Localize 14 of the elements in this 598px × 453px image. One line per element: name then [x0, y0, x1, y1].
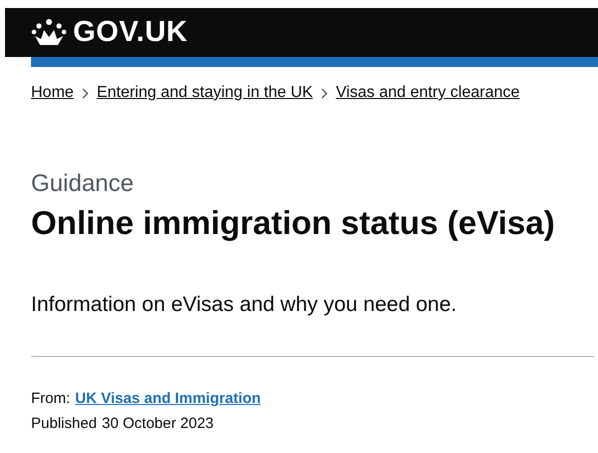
published-date: 30 October 2023	[102, 415, 214, 432]
lead-paragraph: Information on eVisas and why you need one.	[31, 293, 458, 317]
gov-uk-logo[interactable]: GOV.UK	[73, 16, 188, 49]
chevron-icon	[320, 88, 328, 98]
crown-icon[interactable]	[31, 18, 67, 48]
breadcrumb-link[interactable]: Entering and staying in the UK	[96, 84, 313, 102]
from-label: From:	[31, 390, 70, 407]
breadcrumb-link[interactable]: Visas and entry clearance	[336, 84, 520, 102]
page-title: Online immigration status (eVisa)	[31, 204, 556, 242]
organisation-link[interactable]: UK Visas and Immigration	[75, 390, 261, 407]
published-label: Published	[31, 415, 97, 432]
page-caption: Guidance	[31, 170, 135, 198]
breadcrumb-link[interactable]: Home	[31, 84, 74, 102]
chevron-icon	[82, 88, 89, 98]
